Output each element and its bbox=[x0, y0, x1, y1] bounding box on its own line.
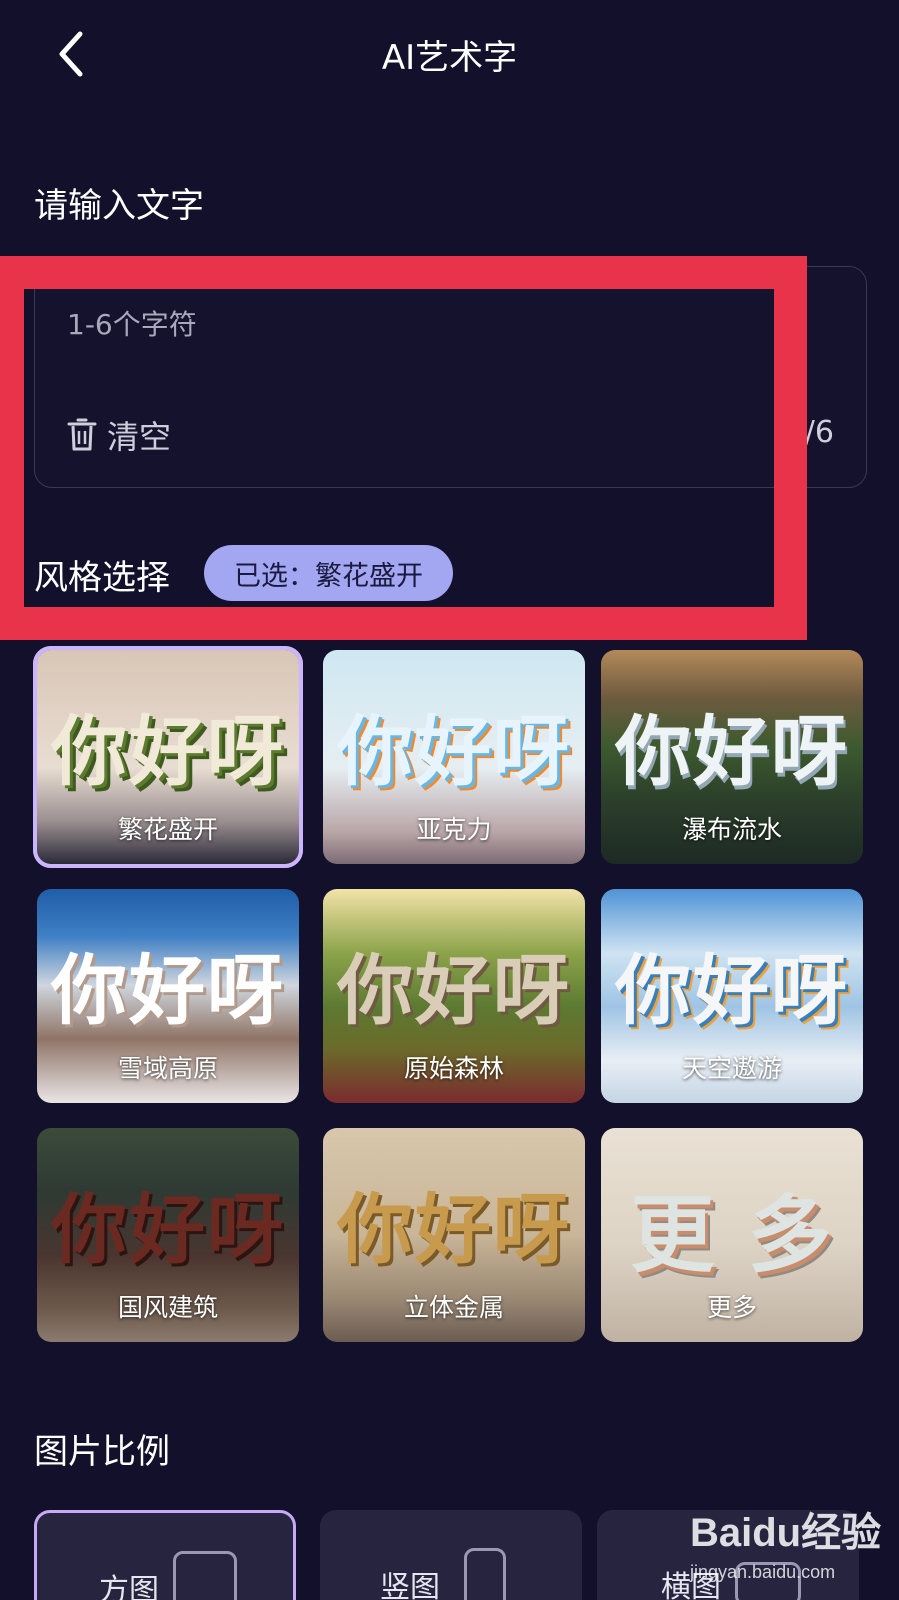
top-bar: AI艺术字 bbox=[0, 0, 899, 110]
style-card-label: 天空遨游 bbox=[681, 1054, 782, 1083]
style-preview-text: 你好呀 bbox=[615, 707, 849, 796]
style-card-label: 立体金属 bbox=[403, 1293, 504, 1322]
style-section-label: 风格选择 bbox=[34, 558, 170, 598]
selected-style-chip: 已选：繁花盛开 bbox=[204, 545, 453, 601]
portrait-ratio-icon bbox=[464, 1548, 506, 1600]
style-preview-text: 你好呀 bbox=[51, 1185, 285, 1274]
style-preview-text: 你好呀 bbox=[337, 1185, 571, 1274]
style-card-label: 雪域高原 bbox=[117, 1054, 218, 1083]
square-ratio-icon bbox=[173, 1551, 237, 1600]
ratio-section-label: 图片比例 bbox=[34, 1432, 170, 1472]
style-card-acrylic[interactable]: 你好呀 亚克力 bbox=[323, 650, 585, 864]
style-card-label: 繁花盛开 bbox=[117, 815, 218, 844]
input-placeholder: 1-6个字符 bbox=[67, 308, 197, 341]
clear-button[interactable]: 清空 bbox=[67, 412, 171, 458]
ratio-option-label: 横图 bbox=[661, 1570, 721, 1600]
landscape-ratio-icon bbox=[735, 1562, 801, 1600]
style-card-label: 国风建筑 bbox=[117, 1293, 218, 1322]
style-card-architecture[interactable]: 你好呀 国风建筑 bbox=[37, 1128, 299, 1342]
ratio-option-square[interactable]: 方图 bbox=[34, 1510, 296, 1600]
ratio-option-portrait[interactable]: 竖图 bbox=[320, 1510, 582, 1600]
ratio-option-landscape[interactable]: 横图 bbox=[597, 1510, 859, 1600]
style-card-label: 更多 bbox=[706, 1293, 757, 1322]
style-preview-text: 你好呀 bbox=[337, 707, 571, 796]
style-card-label: 亚克力 bbox=[416, 815, 492, 844]
style-preview-text: 你好呀 bbox=[51, 707, 285, 796]
style-card-metal[interactable]: 你好呀 立体金属 bbox=[323, 1128, 585, 1342]
style-card-more[interactable]: 更 多 更多 bbox=[601, 1128, 863, 1342]
style-preview-text: 更 多 bbox=[630, 1185, 834, 1284]
style-card-forest[interactable]: 你好呀 原始森林 bbox=[323, 889, 585, 1103]
style-card-label: 瀑布流水 bbox=[681, 815, 782, 844]
ratio-option-label: 方图 bbox=[99, 1573, 159, 1600]
style-card-snow[interactable]: 你好呀 雪域高原 bbox=[37, 889, 299, 1103]
page-title: AI艺术字 bbox=[381, 38, 518, 78]
trash-icon bbox=[67, 418, 97, 451]
style-preview-text: 你好呀 bbox=[51, 946, 285, 1035]
style-card-waterfall[interactable]: 你好呀 瀑布流水 bbox=[601, 650, 863, 864]
text-input-field[interactable]: 1-6个字符 清空 0/6 bbox=[34, 266, 867, 488]
style-preview-text: 你好呀 bbox=[615, 946, 849, 1035]
style-preview-text: 你好呀 bbox=[337, 946, 571, 1035]
ratio-option-label: 竖图 bbox=[380, 1570, 440, 1600]
clear-button-label: 清空 bbox=[107, 418, 172, 456]
style-card-fanhua[interactable]: 你好呀 繁花盛开 bbox=[33, 646, 303, 868]
character-counter: 0/6 bbox=[785, 415, 834, 450]
input-section-label: 请输入文字 bbox=[34, 186, 204, 226]
style-card-label: 原始森林 bbox=[403, 1054, 504, 1083]
style-card-sky[interactable]: 你好呀 天空遨游 bbox=[601, 889, 863, 1103]
